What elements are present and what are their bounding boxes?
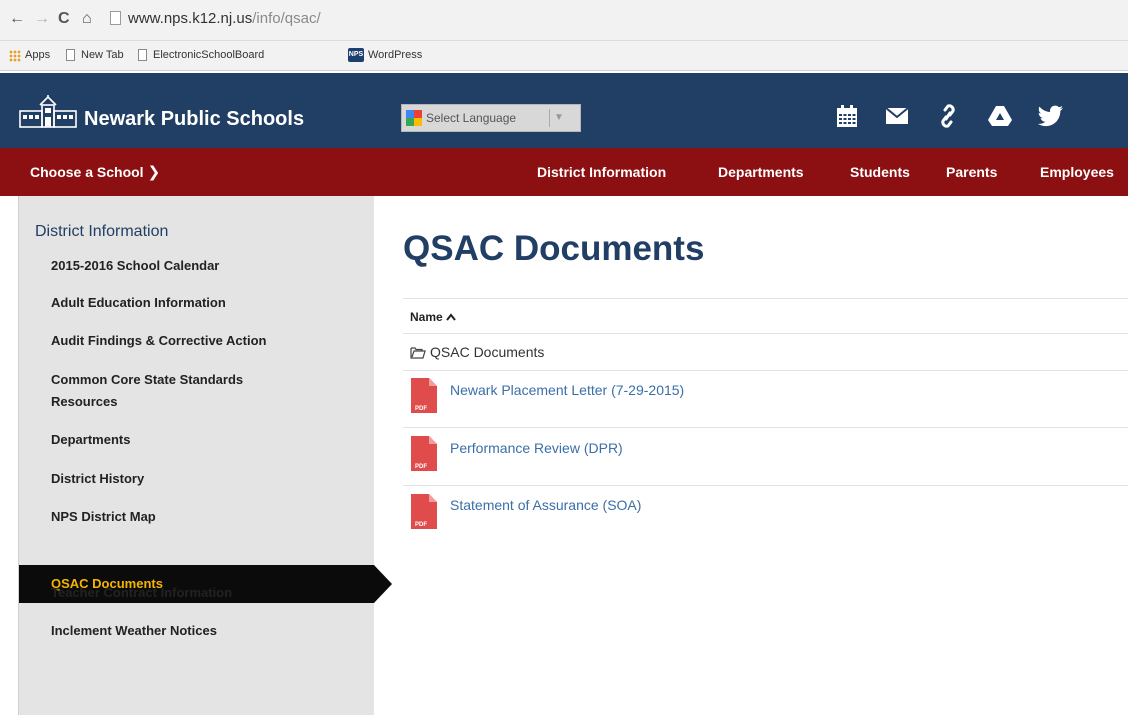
sidebar-item-adult-education[interactable]: Adult Education Information xyxy=(51,292,351,314)
page-left-margin xyxy=(0,196,19,715)
choose-school-label: Choose a School xyxy=(30,164,144,180)
site-name[interactable]: Newark Public Schools xyxy=(84,107,304,131)
svg-text:PDF: PDF xyxy=(415,464,427,470)
name-column-header[interactable]: Name xyxy=(410,309,456,325)
twitter-icon[interactable] xyxy=(1034,99,1068,133)
active-pointer-arrow xyxy=(374,565,392,603)
document-link-placement-letter[interactable]: Newark Placement Letter (7-29-2015) xyxy=(450,381,684,399)
svg-text:PDF: PDF xyxy=(415,522,427,528)
site-header: Newark Public Schools Select Language ▼ xyxy=(0,73,1128,148)
sidebar-item-departments[interactable]: Departments xyxy=(51,429,351,451)
nav-district-information[interactable]: District Information xyxy=(537,163,666,181)
browser-address-bar: ← → C ⌂ www.nps.k12.nj.us/info/qsac/ xyxy=(0,0,1128,41)
google-translate-icon xyxy=(406,110,422,126)
sidebar-item-audit-findings[interactable]: Audit Findings & Corrective Action xyxy=(51,330,351,352)
page-title: QSAC Documents xyxy=(403,229,705,268)
open-folder-icon xyxy=(410,347,426,359)
sidebar: District Information 2015-2016 School Ca… xyxy=(19,196,392,715)
page-icon xyxy=(110,11,121,25)
divider xyxy=(549,109,550,127)
home-icon[interactable]: ⌂ xyxy=(82,9,92,29)
sidebar-item-teacher-contract[interactable]: Teacher Contract Information xyxy=(51,582,351,604)
drive-icon[interactable] xyxy=(983,99,1017,133)
sort-ascending-icon xyxy=(446,313,456,321)
folder-row[interactable]: QSAC Documents xyxy=(410,343,544,361)
nav-parents[interactable]: Parents xyxy=(946,163,997,181)
divider xyxy=(403,485,1128,486)
dropdown-arrow-icon: ▼ xyxy=(554,112,564,123)
sidebar-item-school-calendar[interactable]: 2015-2016 School Calendar xyxy=(51,255,351,277)
bookmark-new-tab[interactable]: New Tab xyxy=(81,48,124,62)
reload-icon[interactable]: C xyxy=(58,9,70,29)
url-path: /info/qsac/ xyxy=(252,10,321,27)
svg-text:PDF: PDF xyxy=(415,406,427,412)
divider xyxy=(403,333,1128,334)
sidebar-item-inclement-weather[interactable]: Inclement Weather Notices xyxy=(51,620,351,642)
language-select[interactable]: Select Language ▼ xyxy=(401,104,581,132)
pdf-file-icon: PDF xyxy=(411,378,437,413)
bookmarks-bar: Apps New Tab ElectronicSchoolBoard NPS W… xyxy=(0,41,1128,71)
page-icon xyxy=(138,49,147,61)
bookmark-apps[interactable]: Apps xyxy=(25,48,50,62)
url-field[interactable]: www.nps.k12.nj.us/info/qsac/ xyxy=(128,10,321,28)
apps-grid-icon[interactable] xyxy=(9,50,21,62)
document-link-statement-of-assurance[interactable]: Statement of Assurance (SOA) xyxy=(450,496,641,514)
page-icon xyxy=(66,49,75,61)
folder-name: QSAC Documents xyxy=(430,344,545,360)
name-column-label: Name xyxy=(410,310,443,324)
nav-departments[interactable]: Departments xyxy=(718,163,804,181)
main-navigation: Choose a School ❯ District Information De… xyxy=(0,148,1128,196)
divider xyxy=(403,427,1128,428)
pdf-file-icon: PDF xyxy=(411,494,437,529)
schoolhouse-logo-icon[interactable] xyxy=(18,95,78,129)
language-select-label: Select Language xyxy=(426,111,517,125)
choose-school-button[interactable]: Choose a School ❯ xyxy=(30,163,160,182)
back-arrow-icon[interactable]: ← xyxy=(9,9,25,29)
nps-favicon-icon: NPS xyxy=(348,48,364,62)
document-link-performance-review[interactable]: Performance Review (DPR) xyxy=(450,439,623,457)
sidebar-item-district-map[interactable]: NPS District Map xyxy=(51,506,351,528)
bookmark-wordpress[interactable]: WordPress xyxy=(368,48,422,62)
sidebar-item-district-history[interactable]: District History xyxy=(51,468,351,490)
link-icon[interactable] xyxy=(931,99,965,133)
sidebar-item-common-core[interactable]: Common Core State Standards Resources xyxy=(51,369,311,413)
nav-students[interactable]: Students xyxy=(850,163,910,181)
chevron-right-icon: ❯ xyxy=(147,164,161,181)
mail-icon[interactable] xyxy=(880,99,914,133)
nav-employees[interactable]: Employees xyxy=(1040,163,1114,181)
pdf-file-icon: PDF xyxy=(411,436,437,471)
url-host: www.nps.k12.nj.us xyxy=(128,10,253,27)
divider xyxy=(403,370,1128,371)
bookmark-electronic-school-board[interactable]: ElectronicSchoolBoard xyxy=(153,48,339,62)
calendar-icon[interactable] xyxy=(830,99,864,133)
sidebar-heading[interactable]: District Information xyxy=(35,222,168,242)
divider xyxy=(403,298,1128,299)
forward-arrow-icon[interactable]: → xyxy=(34,9,50,29)
